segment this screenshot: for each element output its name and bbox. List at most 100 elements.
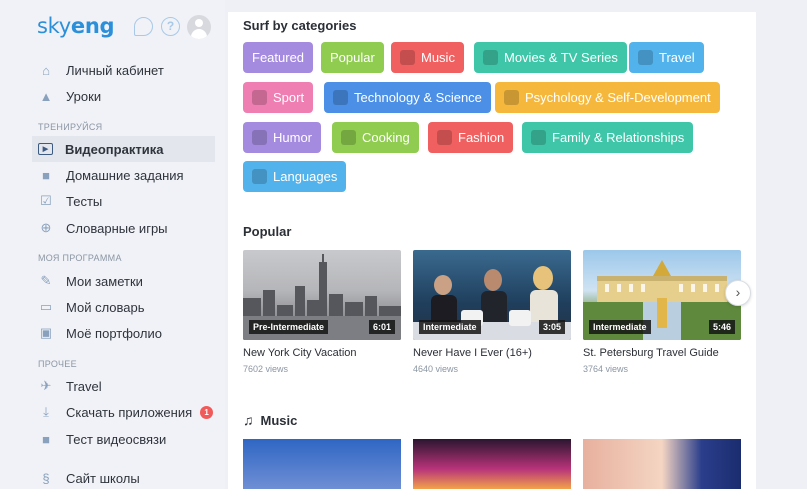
chip-music[interactable]: Music (391, 42, 464, 73)
sidebar-item-label: Travel (66, 378, 102, 394)
sidebar-item-homework[interactable]: ■ Домашние задания (32, 162, 215, 188)
video-card[interactable]: Pre-Intermediate 6:01 New York City Vaca… (243, 250, 401, 374)
laptop-icon (333, 90, 348, 105)
chip-featured[interactable]: Featured (243, 42, 314, 73)
main-panel: Surf by categories Featured Popular Musi… (228, 12, 756, 489)
home-icon: ⌂ (42, 62, 50, 78)
film-icon (483, 50, 498, 65)
book-icon: ▭ (39, 299, 53, 314)
sidebar-item-tests[interactable]: ☑ Тесты (32, 188, 215, 214)
chip-movies-tv[interactable]: Movies & TV Series (474, 42, 627, 73)
section-title-program: МОЯ ПРОГРАММА (38, 253, 122, 263)
music-note-icon (400, 50, 415, 65)
plane-icon: ✈ (40, 378, 52, 393)
sidebar-item-dictionary[interactable]: ▭ Мой словарь (32, 294, 215, 320)
graduation-cap-icon: ▲ (39, 88, 53, 104)
chip-fashion[interactable]: Fashion (428, 122, 514, 153)
popular-title: Popular (243, 224, 292, 239)
video-title[interactable]: New York City Vacation (243, 347, 401, 359)
video-card[interactable]: Intermediate 3:05 Never Have I Ever (16+… (413, 250, 571, 374)
sidebar-item-video-test[interactable]: ■ Тест видеосвязи (32, 426, 215, 452)
play-icon: ▶ (38, 143, 53, 155)
video-thumbnail[interactable] (243, 439, 401, 489)
glasses-icon (504, 90, 519, 105)
video-views: 4640 views (413, 364, 459, 374)
sidebar: skyeng ? ⌂ Личный кабинет ▲ Уроки ТРЕНИР… (0, 0, 225, 489)
categories-title: Surf by categories (243, 18, 357, 33)
sidebar-item-word-games[interactable]: ⊕ Словарные игры (32, 215, 215, 241)
sidebar-item-label: Домашние задания (66, 167, 184, 183)
sidebar-item-travel[interactable]: ✈ Travel (32, 373, 215, 399)
video-thumbnail[interactable]: Intermediate 5:46 (583, 250, 741, 340)
music-title-text: Music (260, 412, 298, 428)
sidebar-item-download-apps[interactable]: ⤓ Скачать приложения 1 (32, 399, 215, 425)
chip-label: Fashion (458, 130, 505, 145)
checkbox-icon: ☑ (40, 193, 52, 208)
chip-label: Movies & TV Series (504, 50, 618, 65)
chip-label: Languages (273, 169, 338, 184)
chip-label: Sport (273, 90, 305, 105)
carousel-next-button[interactable]: › (725, 280, 751, 306)
chip-psychology[interactable]: Psychology & Self-Development (495, 82, 720, 113)
sidebar-item-video-practice[interactable]: ▶ Видеопрактика (32, 136, 215, 162)
chip-label: Humor (273, 130, 313, 145)
chip-label: Cooking (362, 130, 410, 145)
chip-label: Travel (659, 50, 695, 65)
section-title-other: ПРОЧЕЕ (38, 359, 77, 369)
duration-badge: 3:05 (538, 320, 565, 334)
briefcase-icon: ■ (42, 167, 50, 183)
sidebar-item-label: Словарные игры (66, 220, 168, 236)
sidebar-item-label: Личный кабинет (66, 62, 164, 78)
tongue-icon (252, 169, 267, 184)
sidebar-item-school-site[interactable]: § Сайт школы (32, 465, 215, 489)
notification-badge: 1 (200, 405, 214, 419)
chip-cooking[interactable]: Cooking (332, 122, 419, 153)
sidebar-item-label: Тест видеосвязи (66, 431, 167, 447)
sidebar-item-portfolio[interactable]: ▣ Моё портфолио (32, 320, 215, 346)
help-icon[interactable]: ? (161, 17, 180, 36)
frying-pan-icon (341, 130, 356, 145)
level-badge: Intermediate (419, 320, 481, 334)
airplane-icon (638, 50, 653, 65)
sidebar-item-label: Тесты (66, 193, 103, 209)
skyeng-logo[interactable]: skyeng (37, 14, 115, 38)
sidebar-item-label: Сайт школы (66, 470, 140, 486)
chip-sport[interactable]: Sport (243, 82, 314, 113)
sidebar-item-account[interactable]: ⌂ Личный кабинет (32, 57, 215, 83)
video-camera-icon: ■ (42, 431, 50, 447)
video-title[interactable]: Never Have I Ever (16+) (413, 347, 571, 359)
sidebar-item-label: Скачать приложения (66, 404, 193, 420)
level-badge: Pre-Intermediate (249, 320, 329, 334)
sunglasses-icon (437, 130, 452, 145)
sidebar-item-label: Моё портфолио (66, 325, 162, 341)
chip-label: Featured (252, 50, 305, 65)
sidebar-item-lessons[interactable]: ▲ Уроки (32, 83, 215, 109)
chip-technology-science[interactable]: Technology & Science (324, 82, 491, 113)
video-title[interactable]: St. Petersburg Travel Guide (583, 347, 741, 359)
chip-label: Popular (330, 50, 375, 65)
video-thumbnail[interactable] (413, 439, 571, 489)
chip-label: Technology & Science (354, 90, 482, 105)
chip-family-relationships[interactable]: Family & Relationships (522, 122, 694, 153)
chip-label: Music (421, 50, 455, 65)
chip-humor[interactable]: Humor (243, 122, 322, 153)
laughing-face-icon (252, 130, 267, 145)
chip-languages[interactable]: Languages (243, 161, 347, 192)
chat-icon[interactable] (134, 17, 153, 36)
duration-badge: 5:46 (708, 320, 735, 334)
music-note-icon: ♫ (243, 412, 254, 428)
sidebar-item-label: Видеопрактика (65, 141, 164, 157)
chip-travel[interactable]: Travel (629, 42, 704, 73)
video-card[interactable]: Intermediate 5:46 St. Petersburg Travel … (583, 250, 741, 374)
section-title-train: ТРЕНИРУЙСЯ (38, 122, 103, 132)
chip-popular[interactable]: Popular (321, 42, 384, 73)
video-thumbnail[interactable]: Intermediate 3:05 (413, 250, 571, 340)
sidebar-item-notes[interactable]: ✎ Мои заметки (32, 268, 215, 294)
video-thumbnail[interactable]: Pre-Intermediate 6:01 (243, 250, 401, 340)
chip-label: Family & Relationships (552, 130, 685, 145)
gamepad-icon: ⊕ (40, 220, 52, 235)
pen-icon: ✎ (40, 273, 52, 288)
chip-label: Psychology & Self-Development (525, 90, 711, 105)
avatar[interactable] (187, 15, 211, 39)
video-thumbnail[interactable] (583, 439, 741, 489)
